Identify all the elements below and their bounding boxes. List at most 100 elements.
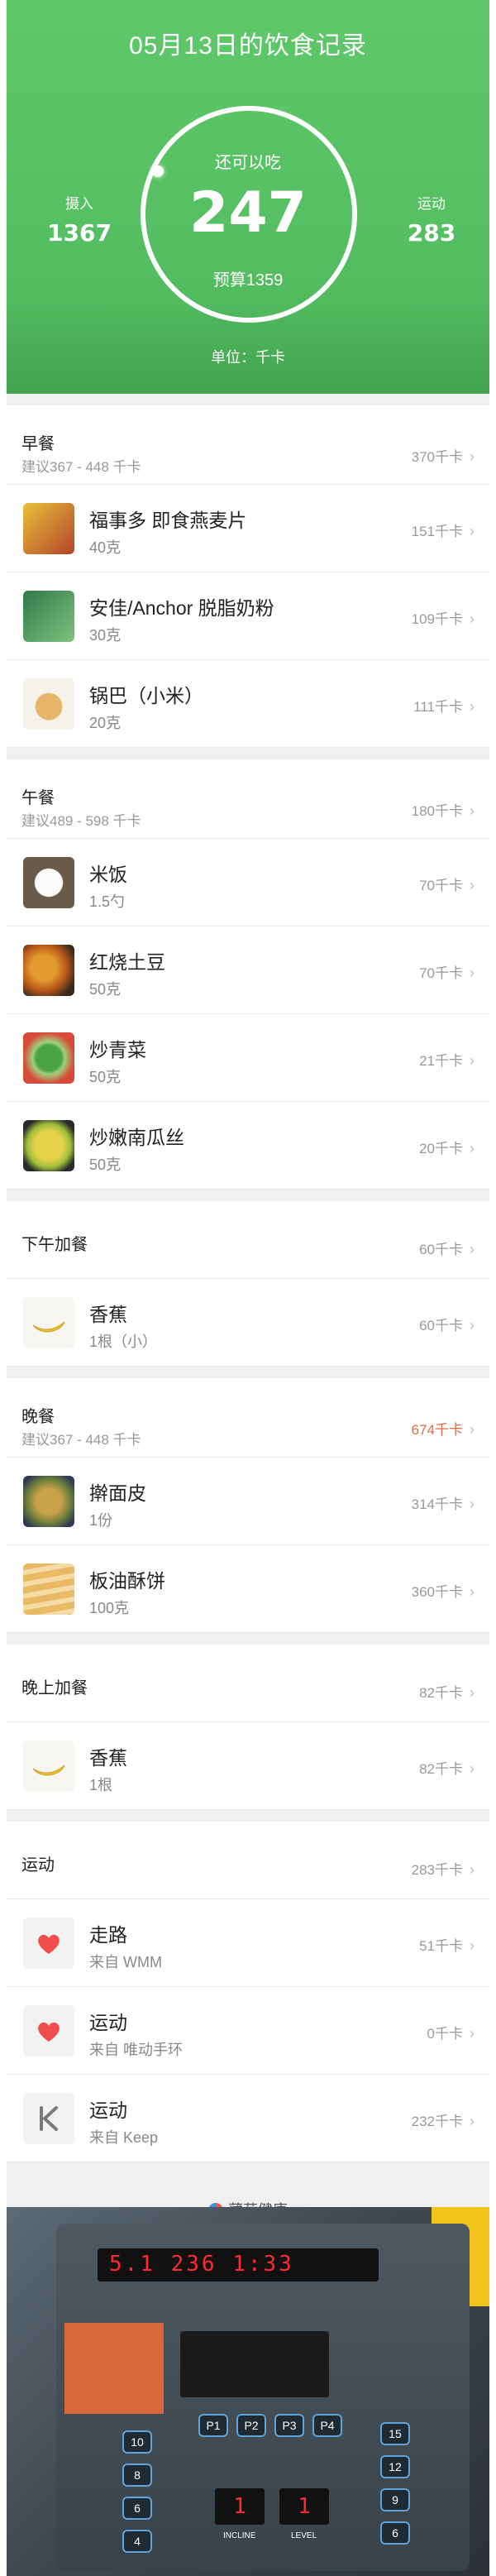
budget-text: 预算1359 bbox=[212, 271, 284, 290]
food-amount: 40克 bbox=[89, 539, 122, 556]
incline-key: 9 bbox=[380, 2488, 410, 2511]
food-thumbnail bbox=[23, 1120, 74, 1171]
food-name: 香蕉 bbox=[89, 1304, 127, 1325]
section-exercise[interactable]: 运动 283千卡 › bbox=[7, 1822, 489, 1899]
console-display: 5.1 236 1:33 bbox=[98, 2248, 379, 2282]
incline-label: INCLINE bbox=[223, 2531, 256, 2540]
exercise-kcal: 0千卡 › bbox=[427, 2025, 475, 2042]
food-kcal: 70千卡 › bbox=[419, 877, 475, 893]
chevron-right-icon: › bbox=[470, 1937, 475, 1954]
exercise-name: 运动 bbox=[89, 2100, 127, 2121]
food-thumbnail bbox=[23, 1740, 74, 1792]
section-afternoon-snack[interactable]: 下午加餐 60千卡 › bbox=[7, 1201, 489, 1279]
exercise-value: 283 bbox=[407, 219, 456, 247]
chevron-right-icon: › bbox=[470, 2113, 475, 2129]
chevron-right-icon: › bbox=[470, 1861, 475, 1878]
food-amount: 20克 bbox=[89, 715, 122, 731]
food-name: 炒嫩南瓜丝 bbox=[89, 1127, 184, 1148]
food-kcal: 60千卡 › bbox=[419, 1317, 475, 1333]
intake-label: 摄入 bbox=[65, 196, 93, 212]
section-total: 674千卡 › bbox=[411, 1421, 475, 1438]
food-name: 福事多 即食燕麦片 bbox=[89, 510, 247, 531]
section-divider bbox=[7, 394, 489, 405]
food-kcal: 21千卡 › bbox=[419, 1052, 475, 1069]
food-item[interactable]: 锅巴（小米） 20克 111千卡 › bbox=[7, 660, 489, 748]
section-night-snack[interactable]: 晚上加餐 82千卡 › bbox=[7, 1645, 489, 1722]
program-button-p2: P2 bbox=[236, 2414, 266, 2437]
section-divider bbox=[7, 1810, 489, 1822]
exercise-source-icon bbox=[23, 2005, 74, 2056]
section-hint: 建议489 - 598 千卡 bbox=[21, 813, 141, 829]
section-divider bbox=[7, 1633, 489, 1645]
food-item[interactable]: 米饭 1.5勺 70千卡 › bbox=[7, 839, 489, 926]
food-item[interactable]: 香蕉 1根 82千卡 › bbox=[7, 1722, 489, 1810]
incline-display: 1 bbox=[215, 2488, 265, 2525]
food-kcal: 111千卡 › bbox=[413, 698, 475, 715]
section-total: 283千卡 › bbox=[411, 1861, 475, 1878]
chevron-right-icon: › bbox=[470, 523, 475, 539]
banana-icon bbox=[32, 1764, 65, 1776]
meal-list: 早餐 建议367 - 448 千卡 370千卡 › 福事多 即食燕麦片 40克 1… bbox=[7, 394, 489, 2238]
program-button-p4: P4 bbox=[312, 2414, 342, 2437]
food-item[interactable]: 板油酥饼 100克 360千卡 › bbox=[7, 1545, 489, 1633]
section-lunch[interactable]: 午餐 建议489 - 598 千卡 180千卡 › bbox=[7, 759, 489, 839]
food-thumbnail bbox=[23, 1032, 74, 1084]
section-total: 370千卡 › bbox=[411, 448, 475, 465]
exercise-source: 来自 Keep bbox=[89, 2129, 159, 2146]
chevron-right-icon: › bbox=[470, 1684, 475, 1701]
food-thumbnail bbox=[23, 591, 74, 642]
food-item[interactable]: 擀面皮 1份 314千卡 › bbox=[7, 1458, 489, 1545]
section-divider bbox=[7, 2162, 489, 2182]
section-divider bbox=[7, 1367, 489, 1378]
food-thumbnail bbox=[23, 503, 74, 554]
unit-label: 单位：千卡 bbox=[211, 349, 285, 366]
food-name: 安佳/Anchor 脱脂奶粉 bbox=[89, 597, 274, 619]
exercise-label: 运动 bbox=[417, 196, 446, 212]
chevron-right-icon: › bbox=[470, 1241, 475, 1257]
food-thumbnail bbox=[23, 1563, 74, 1615]
heart-icon bbox=[38, 1934, 60, 1954]
food-name: 米饭 bbox=[89, 864, 127, 885]
chevron-right-icon: › bbox=[470, 877, 475, 893]
exercise-stat: 运动 283 bbox=[398, 192, 465, 247]
chevron-right-icon: › bbox=[470, 1760, 475, 1777]
food-item[interactable]: 香蕉 1根（小） 60千卡 › bbox=[7, 1279, 489, 1367]
food-name: 锅巴（小米） bbox=[89, 685, 203, 706]
food-amount: 1根 bbox=[89, 1777, 113, 1793]
food-item[interactable]: 炒青菜 50克 21千卡 › bbox=[7, 1014, 489, 1102]
section-title: 午餐 bbox=[21, 789, 55, 807]
chevron-right-icon: › bbox=[470, 698, 475, 715]
chevron-right-icon: › bbox=[470, 610, 475, 627]
chevron-right-icon: › bbox=[470, 802, 475, 819]
speed-key: 8 bbox=[122, 2463, 152, 2487]
exercise-item[interactable]: 运动 来自 唯动手环 0千卡 › bbox=[7, 1987, 489, 2075]
food-item[interactable]: 安佳/Anchor 脱脂奶粉 30克 109千卡 › bbox=[7, 572, 489, 660]
food-thumbnail bbox=[23, 1476, 74, 1527]
banana-icon bbox=[32, 1321, 65, 1333]
food-thumbnail bbox=[23, 857, 74, 908]
section-breakfast[interactable]: 早餐 建议367 - 448 千卡 370千卡 › bbox=[7, 405, 489, 485]
exercise-kcal: 232千卡 › bbox=[411, 2113, 475, 2129]
section-total: 82千卡 › bbox=[419, 1684, 475, 1701]
food-kcal: 360千卡 › bbox=[411, 1583, 475, 1600]
section-total: 60千卡 › bbox=[419, 1241, 475, 1257]
exercise-item[interactable]: 走路 来自 WMM 51千卡 › bbox=[7, 1899, 489, 1987]
food-item[interactable]: 炒嫩南瓜丝 50克 20千卡 › bbox=[7, 1102, 489, 1190]
food-amount: 1根（小） bbox=[89, 1333, 158, 1350]
food-amount: 30克 bbox=[89, 627, 122, 644]
incline-key: 15 bbox=[380, 2422, 410, 2445]
exercise-item[interactable]: 运动 来自 Keep 232千卡 › bbox=[7, 2075, 489, 2162]
exercise-name: 走路 bbox=[89, 1924, 127, 1946]
food-amount: 50克 bbox=[89, 981, 122, 998]
section-hint: 建议367 - 448 千卡 bbox=[21, 459, 141, 475]
heart-icon bbox=[38, 2022, 60, 2042]
food-thumbnail bbox=[23, 945, 74, 996]
console-info-panel bbox=[64, 2323, 164, 2414]
section-title: 下午加餐 bbox=[21, 1236, 88, 1254]
chevron-right-icon: › bbox=[470, 1496, 475, 1512]
section-dinner[interactable]: 晚餐 建议367 - 448 千卡 674千卡 › bbox=[7, 1378, 489, 1458]
food-item[interactable]: 福事多 即食燕麦片 40克 151千卡 › bbox=[7, 485, 489, 572]
food-kcal: 109千卡 › bbox=[411, 610, 475, 627]
food-thumbnail bbox=[23, 1297, 74, 1348]
food-item[interactable]: 红烧土豆 50克 70千卡 › bbox=[7, 926, 489, 1014]
